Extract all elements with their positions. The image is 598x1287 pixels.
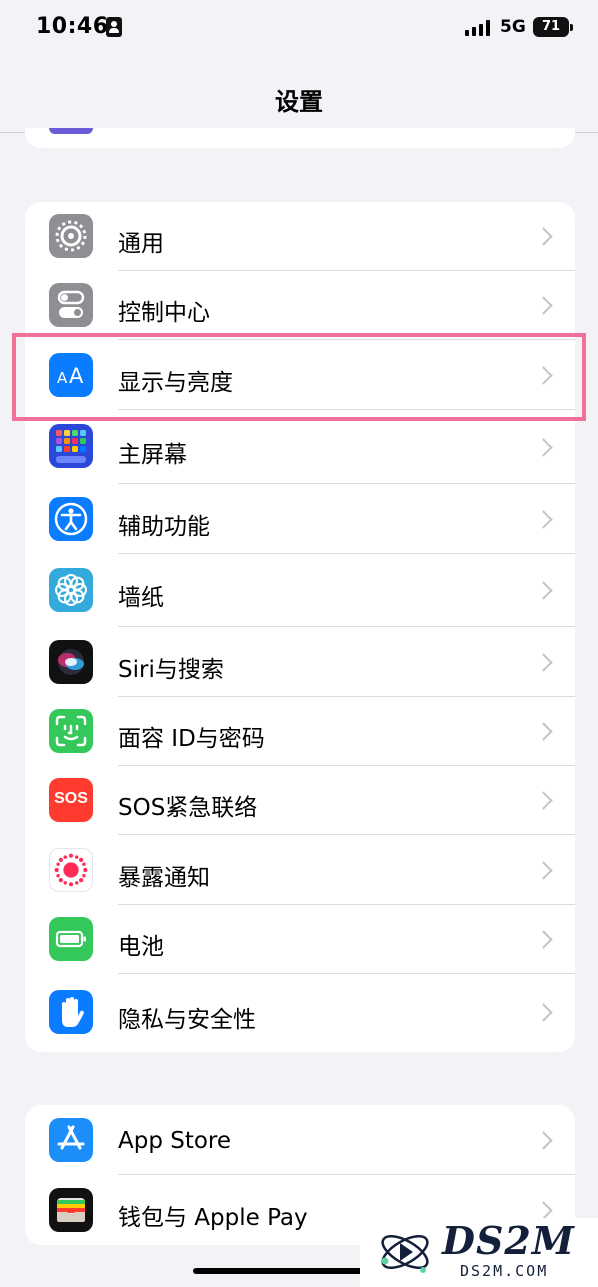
network-type: 5G [500,17,526,37]
siri-icon [49,640,93,684]
app-store-icon [49,1118,93,1162]
chevron-right-icon [534,722,553,741]
page-title: 设置 [275,88,323,116]
row-label: 通用 [118,231,164,257]
chevron-right-icon [534,930,553,949]
home-grid-icon [49,424,93,468]
partial-row-icon [49,128,93,134]
row-label: Siri与搜索 [118,657,224,683]
svg-text:A: A [57,369,68,387]
chevron-right-icon [534,861,553,880]
chevron-right-icon [534,438,553,457]
row-label: 钱包与 Apple Pay [118,1205,308,1231]
settings-row-face-id-passcode[interactable]: 面容 ID与密码 [25,697,575,766]
row-label: 墙纸 [118,585,164,611]
chevron-right-icon [534,1131,553,1150]
row-label: SOS紧急联络 [118,795,258,821]
chevron-right-icon [534,227,553,246]
hand-icon [49,990,93,1034]
settings-row-privacy-security[interactable]: 隐私与安全性 [25,974,575,1052]
chevron-right-icon [534,581,553,600]
chevron-right-icon [534,1201,553,1220]
settings-row-app-store[interactable]: App Store [25,1105,575,1175]
watermark-title: DS2M [442,1218,575,1263]
chevron-right-icon [534,1003,553,1022]
chevron-right-icon [534,366,553,385]
navigation-bar: 设置 [0,60,598,133]
chevron-right-icon [534,653,553,672]
settings-row-general[interactable]: 通用 [25,202,575,271]
sos-icon: SOS [49,778,93,822]
row-label: 隐私与安全性 [118,1007,256,1033]
battery-level-icon: 71 [533,17,573,37]
chevron-right-icon [534,791,553,810]
settings-row-battery[interactable]: 电池 [25,905,575,974]
watermark-logo-icon [381,1235,429,1273]
status-time: 10:46 [36,14,109,39]
contact-card-icon [106,17,122,37]
settings-row-display-brightness[interactable]: AA 显示与亮度 [25,340,575,410]
chevron-right-icon [534,510,553,529]
chevron-right-icon [534,296,553,315]
row-label: 控制中心 [118,300,210,326]
flower-icon [49,568,93,612]
aa-text-icon: AA [49,353,93,397]
settings-row-exposure-notifications[interactable]: 暴露通知 [25,835,575,905]
toggles-icon [49,283,93,327]
row-label: App Store [118,1128,232,1154]
settings-row-siri-search[interactable]: Siri与搜索 [25,627,575,697]
watermark-subtitle: DS2M.COM [460,1262,549,1280]
battery-icon [49,917,93,961]
row-label: 主屏幕 [118,442,187,468]
gear-icon [49,214,93,258]
settings-row-emergency-sos[interactable]: SOS SOS紧急联络 [25,766,575,835]
svg-text:A: A [69,364,84,388]
settings-row-accessibility[interactable]: 辅助功能 [25,484,575,554]
wallet-icon [49,1188,93,1232]
settings-row-control-center[interactable]: 控制中心 [25,271,575,340]
exposure-icon [49,848,93,892]
row-label: 显示与亮度 [118,370,233,396]
settings-group-main: 通用 控制中心 AA 显示与亮度 主屏幕 辅助功能 墙纸 Siri与搜索 面容 … [25,202,575,1052]
watermark: DS2M DS2M.COM [360,1218,598,1287]
settings-row-home-screen[interactable]: 主屏幕 [25,410,575,484]
row-label: 面容 ID与密码 [118,726,265,752]
face-id-icon [49,709,93,753]
status-bar: 10:46 5G 71 [0,0,598,60]
cellular-signal-icon [465,20,491,36]
row-label: 辅助功能 [118,514,210,540]
sos-icon-label: SOS [54,790,88,807]
settings-row-wallpaper[interactable]: 墙纸 [25,554,575,627]
accessibility-icon [49,497,93,541]
row-label: 电池 [118,934,164,960]
row-label: 暴露通知 [118,865,210,891]
previous-group-edge [25,128,575,148]
